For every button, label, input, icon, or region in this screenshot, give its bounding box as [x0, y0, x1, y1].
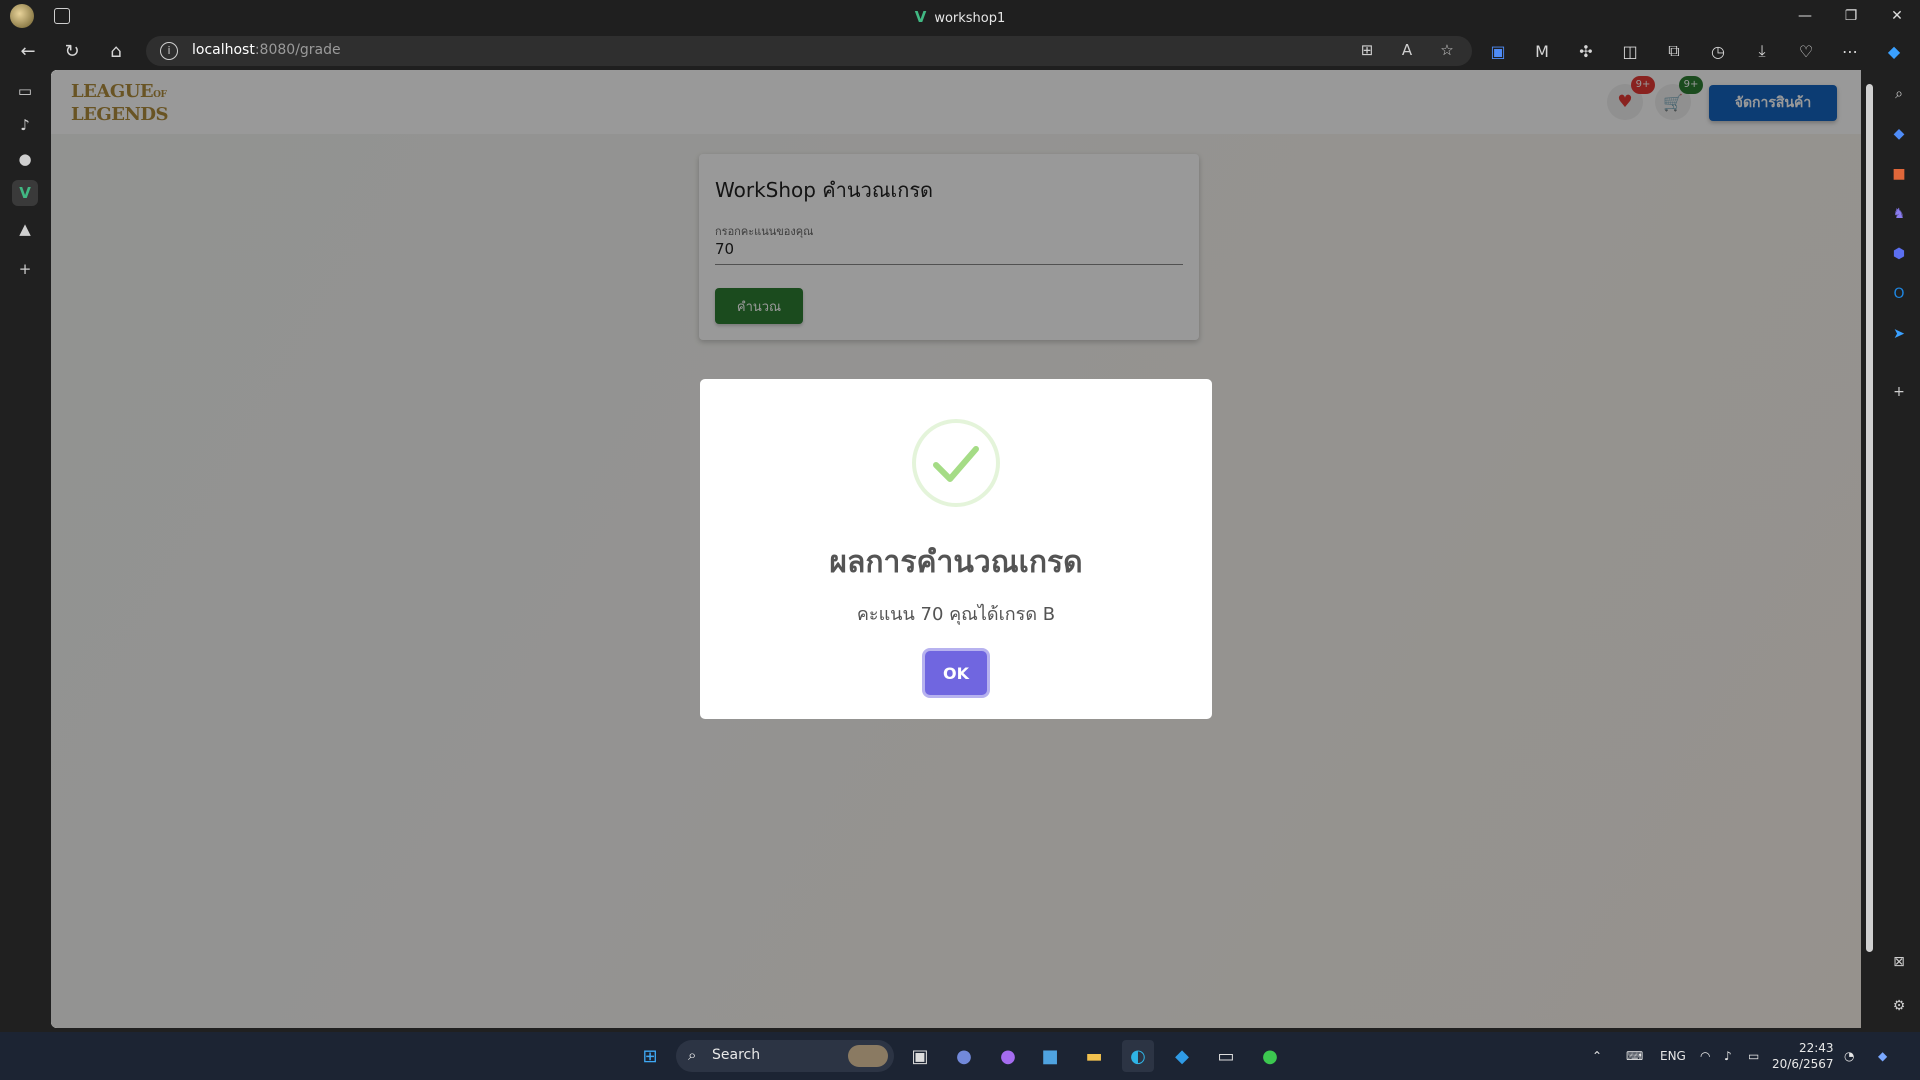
- vue-tab-icon[interactable]: V: [12, 180, 38, 206]
- read-aloud-icon[interactable]: A: [1396, 41, 1418, 61]
- downloads-icon[interactable]: ⤓: [1750, 39, 1774, 63]
- outlook-icon[interactable]: O: [1887, 282, 1911, 306]
- search-icon[interactable]: ⌕: [1887, 82, 1911, 106]
- left-sidebar: ▭ ♪ ● V ▲ +: [0, 70, 50, 1032]
- extension-m-icon[interactable]: M: [1530, 39, 1554, 63]
- shopping-tag-icon[interactable]: ◆: [1887, 122, 1911, 146]
- navigation-bar: ← ↻ ⌂ i localhost:8080/grade ⊞ A ☆ ▣ M ✣…: [0, 32, 1920, 70]
- tray-overflow-icon[interactable]: ⌃: [1592, 1032, 1602, 1080]
- minimize-button[interactable]: —: [1782, 0, 1828, 32]
- page-scrollbar[interactable]: [1861, 70, 1878, 1028]
- back-icon[interactable]: ←: [16, 39, 40, 63]
- battery-icon[interactable]: ▭: [1748, 1032, 1759, 1080]
- vscode-icon[interactable]: ◆: [1166, 1040, 1198, 1072]
- scrollbar-thumb[interactable]: [1866, 84, 1873, 952]
- url-path: :8080/grade: [254, 42, 341, 58]
- refresh-icon[interactable]: ↻: [60, 39, 84, 63]
- add-sidebar-app-icon[interactable]: +: [1887, 380, 1911, 404]
- url-host: localhost: [192, 42, 255, 58]
- games-icon[interactable]: ♞: [1887, 202, 1911, 226]
- more-menu-icon[interactable]: ⋯: [1838, 39, 1862, 63]
- home-icon[interactable]: ⌂: [104, 39, 128, 63]
- search-magnifier-icon: ⌕: [688, 1046, 697, 1064]
- windows-start-icon[interactable]: ⊞: [634, 1040, 666, 1072]
- dialog-message: คะแนน 70 คุณได้เกรด B: [856, 604, 1056, 625]
- title-bar: Vworkshop1 — ❐ ✕: [0, 0, 1920, 32]
- drive-icon[interactable]: ▲: [12, 216, 38, 242]
- taskbar-clock[interactable]: 22:43 20/6/2567: [1772, 1040, 1834, 1072]
- copilot-sidebar-icon[interactable]: ⬢: [1887, 242, 1911, 266]
- collections-icon[interactable]: ⧉: [1662, 39, 1686, 63]
- github-icon[interactable]: ●: [12, 146, 38, 172]
- extensions-puzzle-icon[interactable]: ✣: [1574, 39, 1598, 63]
- search-highlight-image: [848, 1045, 888, 1067]
- translate-extension-icon[interactable]: ▣: [1486, 39, 1510, 63]
- tools-icon[interactable]: ■: [1887, 162, 1911, 186]
- history-icon[interactable]: ◷: [1706, 39, 1730, 63]
- task-view-icon[interactable]: ▣: [904, 1040, 936, 1072]
- line-icon[interactable]: ●: [1254, 1040, 1286, 1072]
- settings-gear-icon[interactable]: ⚙: [1887, 994, 1911, 1018]
- windows-taskbar: ⊞ ⌕ Search ▣ ● ● ■ ▬ ◐ ◆ ▭ ● ⌃ ⌨ ENG ◠ ♪…: [0, 1032, 1920, 1080]
- window-title-text: workshop1: [934, 11, 1006, 26]
- volume-icon[interactable]: ♪: [1724, 1032, 1732, 1080]
- app-available-icon[interactable]: ⊞: [1356, 41, 1378, 61]
- browser-essentials-icon[interactable]: ♡: [1794, 39, 1818, 63]
- keyboard-icon[interactable]: ⌨: [1626, 1032, 1643, 1080]
- telegram-icon[interactable]: ➤: [1887, 322, 1911, 346]
- tab-list-icon[interactable]: ▭: [12, 78, 38, 104]
- audio-icon[interactable]: ♪: [12, 112, 38, 138]
- terminal-icon[interactable]: ▭: [1210, 1040, 1242, 1072]
- right-sidebar: ⌕ ◆ ■ ♞ ⬢ O ➤ + ⊠ ⚙: [1878, 70, 1920, 1032]
- favorite-star-icon[interactable]: ☆: [1436, 41, 1458, 61]
- address-bar-actions: ⊞ A ☆: [1356, 41, 1458, 61]
- messenger-icon[interactable]: ●: [992, 1040, 1024, 1072]
- close-button[interactable]: ✕: [1874, 0, 1920, 32]
- result-dialog: ผลการคำนวณเกรด คะแนน 70 คุณได้เกรด B OK: [700, 379, 1212, 719]
- copilot-icon[interactable]: ◆: [1882, 39, 1906, 63]
- dialog-title: ผลการคำนวณเกรด: [829, 545, 1083, 580]
- store-icon[interactable]: ■: [1034, 1040, 1066, 1072]
- file-explorer-icon[interactable]: ▬: [1078, 1040, 1110, 1072]
- ok-button[interactable]: OK: [925, 651, 987, 695]
- address-bar[interactable]: i localhost:8080/grade ⊞ A ☆: [146, 36, 1472, 66]
- copilot-taskbar-icon[interactable]: ◆: [1878, 1032, 1887, 1080]
- success-icon: [912, 419, 1000, 507]
- url-text[interactable]: localhost:8080/grade: [192, 42, 341, 58]
- site-info-icon[interactable]: i: [160, 42, 178, 60]
- checkmark-icon: [933, 446, 979, 482]
- edge-icon[interactable]: ◐: [1122, 1040, 1154, 1072]
- language-indicator[interactable]: ENG: [1660, 1032, 1686, 1080]
- clock-time: 22:43: [1798, 1041, 1834, 1055]
- taskbar-search-text: Search: [712, 1047, 761, 1063]
- hide-sidebar-icon[interactable]: ⊠: [1887, 950, 1911, 974]
- wifi-icon[interactable]: ◠: [1700, 1032, 1710, 1080]
- extensions-toolbar: ▣ M ✣ ◫ ⧉ ◷ ⤓ ♡ ⋯ ◆: [1486, 39, 1906, 63]
- notification-bell-icon[interactable]: ◔: [1844, 1032, 1854, 1080]
- window-title: Vworkshop1: [0, 8, 1920, 26]
- vue-logo-icon: V: [914, 8, 927, 26]
- clock-date: 20/6/2567: [1772, 1057, 1834, 1071]
- discord-icon[interactable]: ●: [948, 1040, 980, 1072]
- window-controls: — ❐ ✕: [1782, 0, 1920, 32]
- taskbar-search[interactable]: ⌕ Search: [676, 1040, 894, 1072]
- split-screen-icon[interactable]: ◫: [1618, 39, 1642, 63]
- add-tab-icon[interactable]: +: [12, 256, 38, 282]
- restore-button[interactable]: ❐: [1828, 0, 1874, 32]
